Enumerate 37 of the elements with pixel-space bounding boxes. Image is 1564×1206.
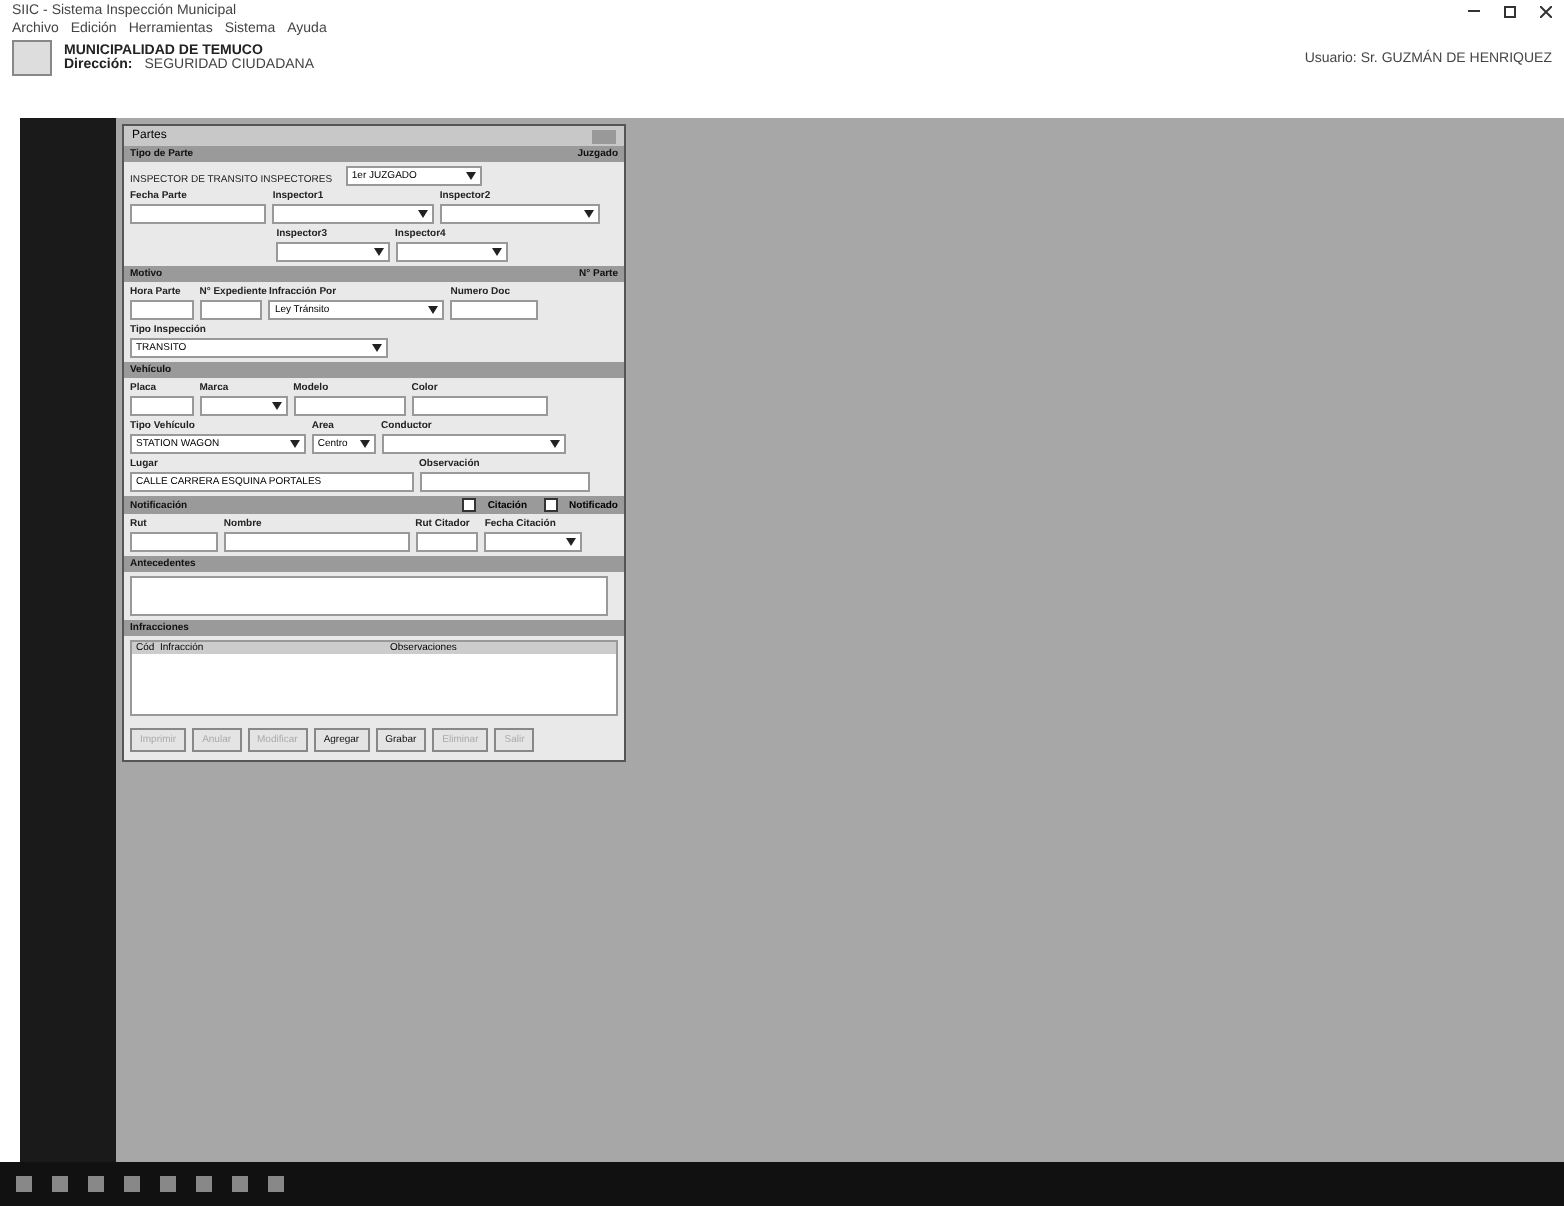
dropdown-arrow-icon[interactable]: [566, 538, 577, 546]
dropdown-arrow-icon[interactable]: [271, 402, 282, 410]
dropdown-arrow-icon[interactable]: [584, 210, 595, 218]
input-field[interactable]: [130, 396, 194, 416]
input-field[interactable]: [130, 300, 194, 320]
dropdown-field[interactable]: [276, 242, 390, 262]
dropdown-arrow-icon[interactable]: [359, 440, 370, 448]
close-button[interactable]: [592, 129, 616, 143]
checkbox[interactable]: [543, 498, 558, 512]
dropdown-field[interactable]: [439, 204, 601, 224]
maximize-icon[interactable]: [1504, 5, 1516, 17]
input-field[interactable]: [450, 300, 539, 320]
input-field[interactable]: [411, 396, 549, 416]
dropdown-field[interactable]: [272, 204, 434, 224]
dropdown-arrow-icon[interactable]: [491, 248, 502, 256]
checkbox[interactable]: [461, 498, 476, 512]
dropdown-arrow-icon[interactable]: [466, 172, 477, 180]
input-field[interactable]: [130, 532, 218, 552]
input-field[interactable]: [130, 204, 267, 224]
dropdown-arrow-icon[interactable]: [550, 440, 561, 448]
input-field[interactable]: [415, 532, 479, 552]
dropdown-arrow-icon[interactable]: [417, 210, 428, 218]
input-field[interactable]: [199, 300, 263, 320]
text-area[interactable]: [130, 576, 609, 616]
dropdown-field[interactable]: [381, 434, 567, 454]
input-field[interactable]: [223, 532, 410, 552]
logo-icon: [12, 40, 52, 76]
dropdown-field[interactable]: [395, 242, 508, 262]
dropdown-arrow-icon[interactable]: [373, 248, 384, 256]
dropdown-field[interactable]: [199, 396, 288, 416]
input-field[interactable]: [419, 472, 590, 492]
dropdown-arrow-icon[interactable]: [372, 344, 383, 352]
close-icon[interactable]: [1540, 5, 1552, 17]
dropdown-field[interactable]: [484, 532, 583, 552]
dropdown-arrow-icon[interactable]: [428, 306, 439, 314]
input-field[interactable]: [293, 396, 406, 416]
dropdown-arrow-icon[interactable]: [289, 440, 300, 448]
